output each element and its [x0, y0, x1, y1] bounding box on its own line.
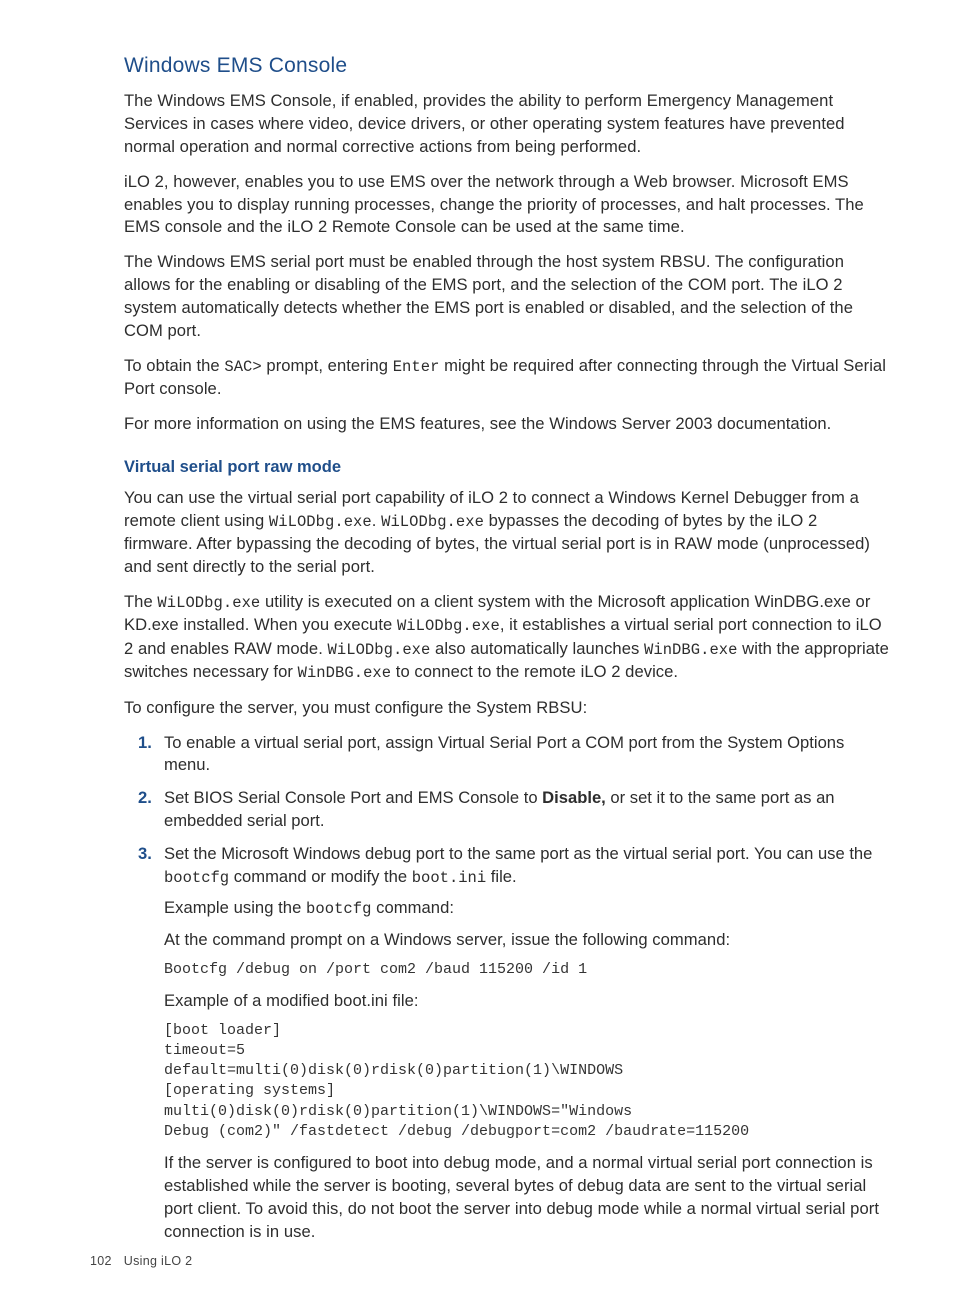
- paragraph: The WiLODbg.exe utility is executed on a…: [124, 591, 890, 685]
- inline-code: WinDBG.exe: [644, 641, 738, 659]
- inline-code: WinDBG.exe: [298, 664, 392, 682]
- step-item: To enable a virtual serial port, assign …: [124, 732, 890, 778]
- text: command:: [372, 898, 455, 917]
- inline-code: WiLODbg.exe: [381, 513, 484, 531]
- text: The: [124, 592, 157, 611]
- step-text: Set BIOS Serial Console Port and EMS Con…: [164, 788, 542, 807]
- paragraph: Example using the bootcfg command:: [164, 897, 890, 920]
- text: prompt, entering: [262, 356, 393, 375]
- step-item: Set BIOS Serial Console Port and EMS Con…: [124, 787, 890, 833]
- paragraph: For more information on using the EMS fe…: [124, 413, 890, 436]
- step-text: To enable a virtual serial port, assign …: [164, 733, 844, 775]
- text: also automatically launches: [430, 639, 644, 658]
- paragraph: To obtain the SAC> prompt, entering Ente…: [124, 355, 890, 401]
- inline-code: bootcfg: [164, 869, 229, 887]
- step-item: Set the Microsoft Windows debug port to …: [124, 843, 890, 1244]
- text: .: [372, 511, 381, 530]
- bold-text: Disable,: [542, 788, 606, 807]
- inline-code: WiLODbg.exe: [397, 617, 500, 635]
- paragraph: If the server is configured to boot into…: [164, 1152, 890, 1244]
- footer-title: Using iLO 2: [124, 1254, 193, 1268]
- inline-code: WiLODbg.exe: [328, 641, 431, 659]
- paragraph: Example of a modified boot.ini file:: [164, 990, 890, 1013]
- page-footer: 102 Using iLO 2: [90, 1254, 192, 1268]
- text: to connect to the remote iLO 2 device.: [391, 662, 678, 681]
- code-block-bootcfg: Bootcfg /debug on /port com2 /baud 11520…: [164, 960, 890, 980]
- code-block-bootini: [boot loader] timeout=5 default=multi(0)…: [164, 1021, 890, 1143]
- paragraph: At the command prompt on a Windows serve…: [164, 929, 890, 952]
- step-text: Set the Microsoft Windows debug port to …: [164, 844, 872, 863]
- inline-code: SAC>: [224, 358, 261, 376]
- paragraph: To configure the server, you must config…: [124, 697, 890, 720]
- step-text: file.: [486, 867, 516, 886]
- inline-code: WiLODbg.exe: [157, 594, 260, 612]
- document-page: Windows EMS Console The Windows EMS Cons…: [0, 0, 954, 1294]
- subsection-heading-vsp-raw: Virtual serial port raw mode: [124, 458, 890, 477]
- numbered-steps: To enable a virtual serial port, assign …: [124, 732, 890, 1244]
- inline-code: bootcfg: [306, 900, 371, 918]
- text: To obtain the: [124, 356, 224, 375]
- inline-code: Enter: [393, 358, 440, 376]
- section-heading-ems: Windows EMS Console: [124, 54, 890, 78]
- paragraph: iLO 2, however, enables you to use EMS o…: [124, 171, 890, 240]
- paragraph: You can use the virtual serial port capa…: [124, 487, 890, 579]
- step-body: Example using the bootcfg command: At th…: [164, 897, 890, 1243]
- paragraph: The Windows EMS Console, if enabled, pro…: [124, 90, 890, 159]
- inline-code: boot.ini: [412, 869, 486, 887]
- step-text: command or modify the: [229, 867, 412, 886]
- paragraph: The Windows EMS serial port must be enab…: [124, 251, 890, 343]
- page-number: 102: [90, 1254, 112, 1268]
- text: Example using the: [164, 898, 306, 917]
- inline-code: WiLODbg.exe: [269, 513, 372, 531]
